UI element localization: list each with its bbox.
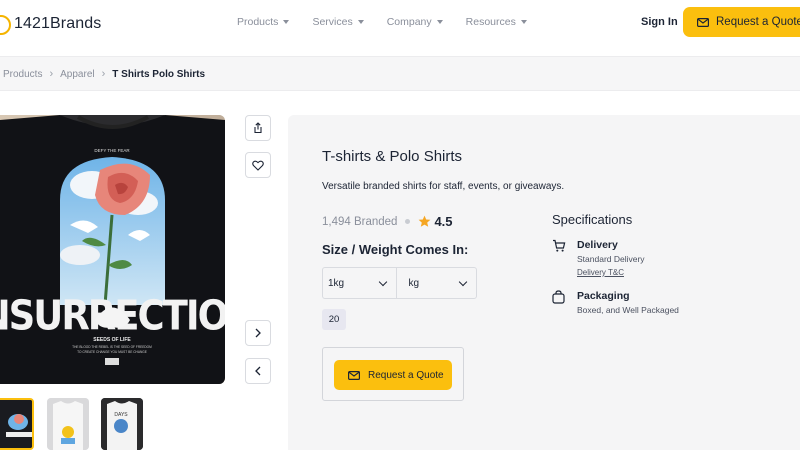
- cart-icon: [553, 239, 566, 252]
- prev-image-button[interactable]: [245, 358, 271, 384]
- heart-icon: [252, 160, 264, 171]
- site-header: 1421Brands Products Services Company Res…: [0, 0, 800, 56]
- request-quote-header-button[interactable]: Request a Quote: [683, 7, 800, 37]
- share-icon: [254, 122, 262, 134]
- next-image-button[interactable]: [245, 320, 271, 346]
- main-nav: Products Services Company Resources: [237, 16, 550, 28]
- packaging-title: Packaging: [577, 290, 630, 302]
- star-icon: [419, 215, 431, 227]
- size-heading: Size / Weight Comes In:: [322, 242, 469, 257]
- unit-select-value: kg: [408, 277, 420, 289]
- brand-logo[interactable]: 1421Brands: [0, 13, 101, 35]
- request-quote-label: Request a Quote: [368, 369, 444, 381]
- nav-company[interactable]: Company: [387, 16, 443, 28]
- share-button[interactable]: [245, 115, 271, 141]
- thumbnail-3[interactable]: DAYS: [101, 398, 143, 450]
- separator-dot: [405, 219, 411, 224]
- nav-company-label: Company: [386, 16, 432, 28]
- envelope-icon: [697, 17, 709, 27]
- svg-text:SEEDS OF LIFE: SEEDS OF LIFE: [93, 337, 131, 343]
- bag-icon: [552, 290, 565, 304]
- chevron-down-icon: [436, 20, 443, 24]
- svg-text:DAYS: DAYS: [114, 412, 128, 418]
- chevron-down-icon: [357, 20, 364, 24]
- chevron-down-icon: [458, 277, 468, 286]
- product-rating: 4.5: [418, 214, 453, 229]
- breadcrumb: Products › Apparel › T Shirts Polo Shirt…: [3, 68, 205, 80]
- product-main-image[interactable]: DEFY THE FEAR INSURRECTION SEEDS OF LIFE…: [0, 115, 225, 384]
- nav-resources-label: Resources: [465, 16, 516, 28]
- chevron-left-icon: [255, 366, 261, 376]
- svg-text:THE BLOOD THE REBEL IS THE SEE: THE BLOOD THE REBEL IS THE SEED OF FREED…: [72, 345, 152, 349]
- product-stats: 1,494 Branded 4.5: [322, 214, 453, 229]
- quantity-option[interactable]: 20: [322, 309, 346, 330]
- breadcrumb-products[interactable]: Products: [3, 69, 42, 80]
- chevron-right-icon: [255, 328, 261, 338]
- nav-products-label: Products: [237, 16, 279, 28]
- nav-resources[interactable]: Resources: [466, 16, 527, 28]
- thumbnail-1[interactable]: [0, 398, 34, 450]
- size-selectors: 1kg kg: [322, 267, 477, 299]
- packaging-subtitle: Boxed, and Well Packaged: [577, 305, 679, 315]
- delivery-subtitle: Standard Delivery: [577, 254, 645, 264]
- weight-select-value: 1kg: [328, 277, 345, 289]
- delivery-title: Delivery: [577, 239, 618, 251]
- chevron-down-icon: [378, 277, 387, 286]
- delivery-terms-link[interactable]: Delivery T&C: [577, 268, 624, 277]
- breadcrumb-apparel[interactable]: Apparel: [60, 69, 94, 80]
- svg-text:DEFY THE FEAR: DEFY THE FEAR: [94, 148, 130, 153]
- unit-select[interactable]: kg: [395, 268, 477, 298]
- nav-products[interactable]: Products: [237, 16, 290, 28]
- brand-name: 1421Brands: [14, 15, 102, 32]
- breadcrumb-bar: Products › Apparel › T Shirts Polo Shirt…: [0, 56, 800, 91]
- product-description: Versatile branded shirts for staff, even…: [322, 181, 565, 192]
- request-quote-button[interactable]: Request a Quote: [334, 360, 452, 390]
- envelope-icon: [348, 370, 360, 380]
- branded-count: 1,494 Branded: [322, 215, 398, 228]
- nav-services[interactable]: Services: [312, 16, 364, 28]
- chevron-down-icon: [520, 20, 527, 24]
- rating-value: 4.5: [434, 214, 453, 229]
- logo-icon: [0, 13, 12, 35]
- chevron-down-icon: [283, 20, 290, 24]
- sign-in-link[interactable]: Sign In: [641, 16, 678, 28]
- weight-select[interactable]: 1kg: [323, 268, 396, 298]
- quote-box: Request a Quote: [322, 347, 464, 401]
- specifications-heading: Specifications: [552, 212, 633, 227]
- nav-services-label: Services: [312, 16, 353, 28]
- request-quote-header-label: Request a Quote: [716, 16, 800, 28]
- chevron-right-icon: ›: [49, 68, 54, 80]
- svg-text:TO CREATE CHANGE YOU MUST BE C: TO CREATE CHANGE YOU MUST BE CHANGE: [77, 350, 147, 354]
- chevron-right-icon: ›: [101, 68, 106, 80]
- thumbnail-2[interactable]: [47, 398, 89, 450]
- breadcrumb-current: T Shirts Polo Shirts: [112, 68, 206, 80]
- favorite-button[interactable]: [245, 152, 271, 178]
- product-title: T-shirts & Polo Shirts: [322, 148, 463, 165]
